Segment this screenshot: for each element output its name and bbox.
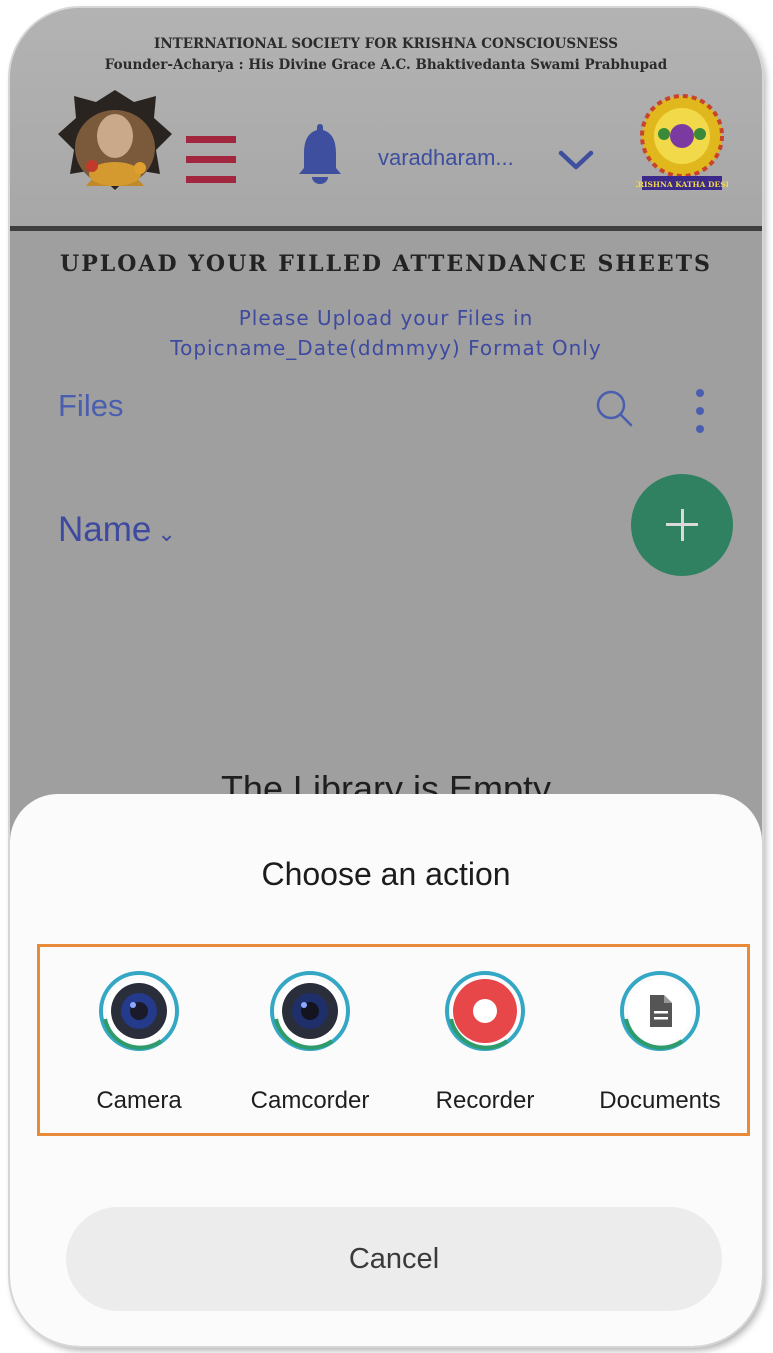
org-name: INTERNATIONAL SOCIETY FOR KRISHNA CONSCI… <box>154 36 618 52</box>
camcorder-action[interactable]: Camcorder <box>225 947 395 1135</box>
actions-group: Camera Camcorder Recorder Documents <box>37 944 750 1136</box>
upload-instructions-line2: Topicname_Date(ddmmyy) Format Only <box>170 336 602 360</box>
chevron-down-icon: ⌄ <box>157 521 176 546</box>
founder-line: Founder-Acharya : His Divine Grace A.C. … <box>104 57 668 73</box>
camera-action[interactable]: Camera <box>54 947 224 1135</box>
camcorder-icon <box>270 971 350 1051</box>
phone-screen: INTERNATIONAL SOCIETY FOR KRISHNA CONSCI… <box>10 8 762 1346</box>
camcorder-label: Camcorder <box>250 1087 370 1114</box>
action-sheet-title: Choose an action <box>261 856 511 892</box>
recorder-action[interactable]: Recorder <box>400 947 570 1135</box>
search-icon[interactable] <box>594 388 634 428</box>
documents-icon <box>620 971 700 1051</box>
sort-label: Name <box>58 510 152 549</box>
documents-label: Documents <box>599 1087 721 1114</box>
menu-icon[interactable] <box>186 136 236 184</box>
files-label: Files <box>58 388 124 423</box>
recorder-icon <box>445 971 525 1051</box>
camera-icon <box>99 971 179 1051</box>
organization-logo[interactable]: KRISHNA KATHA DESH <box>636 88 728 198</box>
organization-logo-text: KRISHNA KATHA DESH <box>636 180 728 189</box>
recorder-label: Recorder <box>435 1087 535 1114</box>
upload-instructions-line1: Please Upload your Files in <box>238 306 534 330</box>
action-sheet: Choose an action Camera Camcorder Record… <box>10 794 762 1346</box>
add-file-button[interactable] <box>631 474 733 576</box>
app-header: INTERNATIONAL SOCIETY FOR KRISHNA CONSCI… <box>10 8 762 231</box>
cancel-button[interactable]: Cancel <box>66 1207 722 1311</box>
sort-by-name[interactable]: Name ⌄ <box>58 510 176 550</box>
camera-label: Camera <box>96 1087 182 1114</box>
chevron-down-icon[interactable] <box>558 148 594 172</box>
documents-action[interactable]: Documents <box>575 947 745 1135</box>
bell-icon[interactable] <box>298 122 342 184</box>
user-name[interactable]: varadharam... <box>378 145 514 171</box>
more-vertical-icon[interactable] <box>693 386 707 436</box>
founder-logo[interactable] <box>56 88 174 192</box>
page-title: UPLOAD YOUR FILLED ATTENDANCE SHEETS <box>60 251 712 277</box>
upload-instructions: Please Upload your Files in Topicname_Da… <box>10 303 762 363</box>
